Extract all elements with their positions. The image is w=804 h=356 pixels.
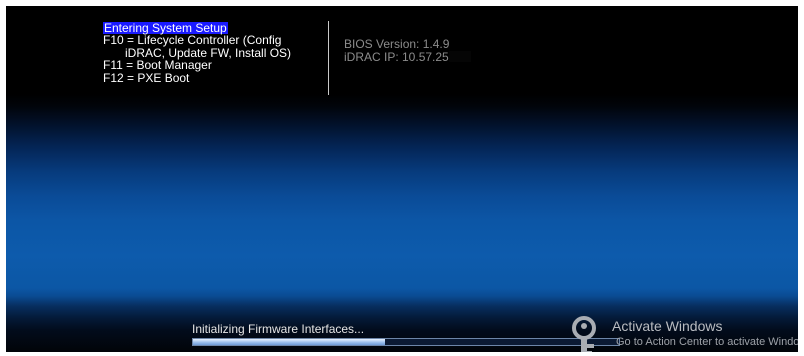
bios-boot-screen: Entering System Setup F10 = Lifecycle Co… (6, 6, 798, 352)
f11-boot-manager-option[interactable]: F11 = Boot Manager (103, 59, 291, 72)
progress-bar-fill (193, 339, 385, 345)
boot-options-menu: Entering System Setup F10 = Lifecycle Co… (103, 22, 291, 84)
idrac-ip-row: iDRAC IP: 10.57.25 (344, 51, 471, 64)
f10-lifecycle-controller-option[interactable]: F10 = Lifecycle Controller (Config (103, 34, 291, 47)
idrac-ip-text: iDRAC IP: 10.57.25 (344, 50, 449, 64)
activate-windows-watermark: Activate Windows Go to Action Center to … (568, 314, 798, 352)
redaction-block (448, 51, 471, 62)
key-icon (572, 316, 596, 352)
status-message: Initializing Firmware Interfaces... (192, 322, 365, 336)
activate-windows-subtitle: Go to Action Center to activate Windows. (616, 336, 798, 348)
progress-bar (192, 338, 620, 346)
vertical-divider (328, 21, 329, 95)
f12-pxe-boot-option[interactable]: F12 = PXE Boot (103, 71, 291, 84)
system-info-panel: BIOS Version: 1.4.9 iDRAC IP: 10.57.25 (344, 38, 471, 64)
activate-windows-title: Activate Windows (612, 318, 723, 334)
